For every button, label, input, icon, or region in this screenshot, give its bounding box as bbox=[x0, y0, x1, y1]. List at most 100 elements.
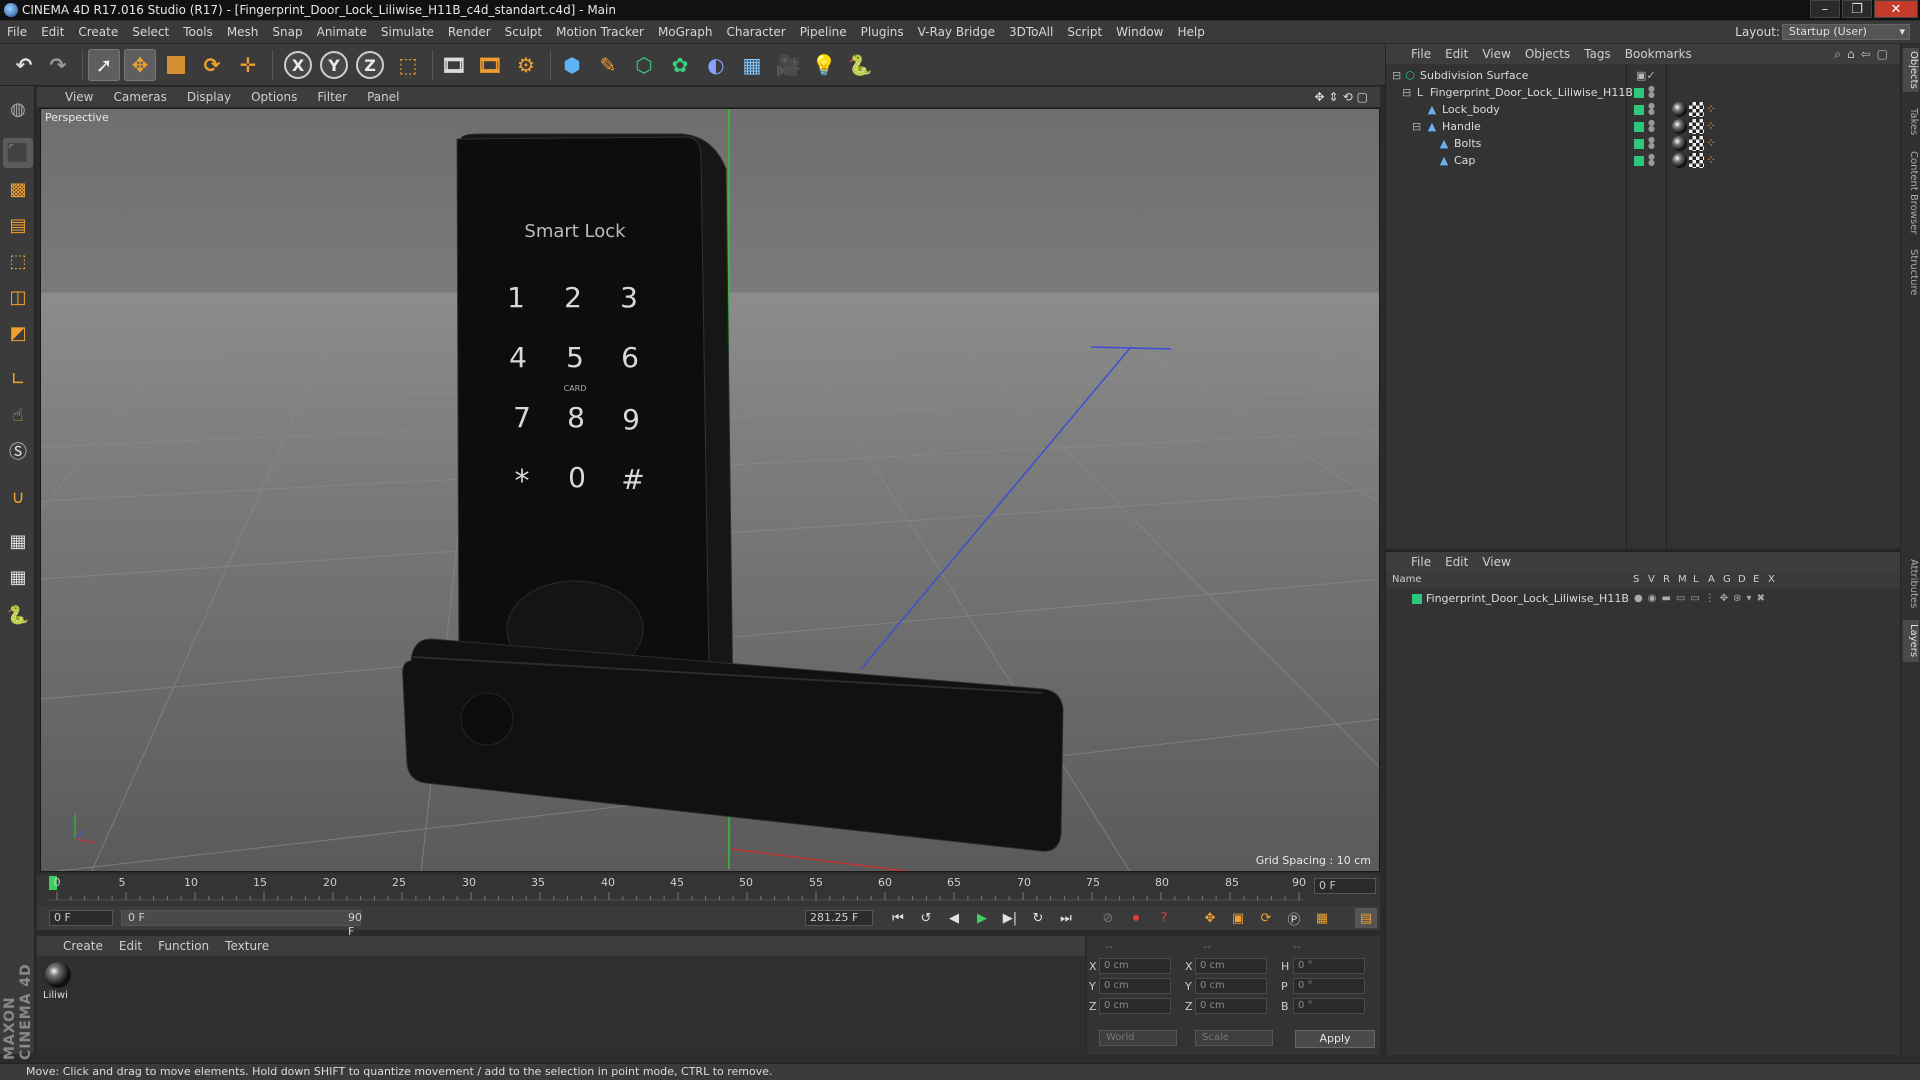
layer-col-deformers[interactable]: D bbox=[1738, 572, 1746, 588]
coordinate-space-dropdown[interactable]: World bbox=[1099, 1030, 1177, 1046]
go-to-end-button[interactable]: ⏭ bbox=[1055, 908, 1077, 928]
undo-icon[interactable]: ↶ bbox=[8, 49, 40, 81]
keyframe-selection-icon[interactable]: ? bbox=[1153, 908, 1175, 928]
mograph-cloner-icon[interactable]: ✿ bbox=[664, 49, 696, 81]
visibility-dots-icon[interactable]: ● ● bbox=[1648, 102, 1655, 117]
layers-menu-edit[interactable]: Edit bbox=[1438, 552, 1475, 572]
key-position-icon[interactable]: ✥ bbox=[1199, 908, 1221, 928]
solo-icon[interactable]: Ⓢ bbox=[3, 436, 33, 466]
maximize-button[interactable]: ❐ bbox=[1842, 0, 1872, 18]
cube-icon[interactable]: ⬢ bbox=[556, 49, 588, 81]
layer-color-tag[interactable] bbox=[1634, 122, 1644, 132]
go-to-next-key-button[interactable]: ↻ bbox=[1027, 908, 1049, 928]
visibility-dots-icon[interactable]: ● ● bbox=[1648, 119, 1655, 134]
light-icon[interactable]: 💡 bbox=[808, 49, 840, 81]
viewport-camera-label[interactable]: Perspective bbox=[45, 111, 109, 124]
max-frame-field[interactable]: 281.25 F bbox=[805, 910, 873, 926]
autokey-icon[interactable]: ⏺ bbox=[1125, 908, 1147, 928]
pos-z-field[interactable]: 0 cm bbox=[1099, 998, 1171, 1014]
timeline-ruler[interactable]: 0 5 10 15 20 25 30 35 40 45 50 55 60 65 … bbox=[37, 874, 1380, 906]
layer-toggle-icons[interactable]: ●◉▬▭▭⋮✥⊛▾✖ bbox=[1634, 589, 1770, 609]
material-name[interactable]: Liliwi bbox=[43, 990, 68, 1001]
pos-x-field[interactable]: 0 cm bbox=[1099, 958, 1171, 974]
z-axis-icon[interactable]: Z bbox=[356, 51, 384, 79]
uvw-tag-icon[interactable] bbox=[1689, 119, 1704, 134]
rot-p-field[interactable]: 0 ° bbox=[1293, 978, 1365, 994]
points-mode-icon[interactable]: ⬚ bbox=[3, 246, 33, 276]
menu-tools[interactable]: Tools bbox=[176, 21, 220, 43]
texture-mode-icon[interactable]: ▩ bbox=[3, 174, 33, 204]
deformer-icon[interactable]: ◐ bbox=[700, 49, 732, 81]
pos-y-field[interactable]: 0 cm bbox=[1099, 978, 1171, 994]
layers-menu-file[interactable]: File bbox=[1404, 552, 1438, 572]
end-frame-field[interactable]: 0 F bbox=[1314, 878, 1376, 894]
go-to-previous-key-button[interactable]: ↺ bbox=[915, 908, 937, 928]
viewport-menu-display[interactable]: Display bbox=[177, 87, 241, 107]
make-editable-icon[interactable]: ◍ bbox=[3, 94, 33, 124]
spline-pen-icon[interactable]: ✎ bbox=[592, 49, 624, 81]
menu-script[interactable]: Script bbox=[1060, 21, 1109, 43]
visibility-dots-icon[interactable]: ● ● bbox=[1648, 136, 1655, 151]
x-axis-icon[interactable]: X bbox=[284, 51, 312, 79]
subdivision-icon[interactable]: ⬡ bbox=[628, 49, 660, 81]
material-menu-function[interactable]: Function bbox=[150, 936, 217, 956]
go-to-start-button[interactable]: ⏮ bbox=[887, 908, 909, 928]
visibility-dots-icon[interactable]: ● ● bbox=[1648, 153, 1655, 168]
layer-col-animation[interactable]: A bbox=[1708, 572, 1715, 588]
menu-snap[interactable]: Snap bbox=[265, 21, 309, 43]
camera-icon[interactable]: 🎥 bbox=[772, 49, 804, 81]
menu-simulate[interactable]: Simulate bbox=[374, 21, 441, 43]
layer-col-manager[interactable]: M bbox=[1678, 572, 1687, 588]
menu-edit[interactable]: Edit bbox=[34, 21, 71, 43]
objects-menu-objects[interactable]: Objects bbox=[1518, 44, 1577, 64]
axis-mode-icon[interactable]: ∟ bbox=[3, 364, 33, 394]
layer-col-expressions[interactable]: E bbox=[1753, 572, 1759, 588]
menu-create[interactable]: Create bbox=[71, 21, 125, 43]
snap-settings-icon[interactable]: ▦ bbox=[3, 562, 33, 592]
scale-icon[interactable] bbox=[160, 49, 192, 81]
menu-character[interactable]: Character bbox=[719, 21, 792, 43]
python-icon[interactable]: 🐍 bbox=[844, 49, 876, 81]
timeline-layout-icon[interactable]: ▤ bbox=[1355, 908, 1377, 928]
maximize-view-icon[interactable]: ▢ bbox=[1357, 90, 1372, 104]
menu-motion-tracker[interactable]: Motion Tracker bbox=[549, 21, 651, 43]
layer-col-generators[interactable]: G bbox=[1723, 572, 1731, 588]
tree-row-cap[interactable]: ▲ Cap ● ● ⁘ bbox=[1386, 151, 1900, 171]
layer-col-xref[interactable]: X bbox=[1768, 572, 1775, 588]
tab-content-browser[interactable]: Content Browser bbox=[1903, 148, 1919, 238]
phong-tag-icon[interactable]: ⁘ bbox=[1706, 102, 1721, 117]
visibility-dots-icon[interactable]: ● ● bbox=[1648, 85, 1655, 100]
layout-dropdown[interactable]: Startup (User) ▾ bbox=[1782, 24, 1910, 40]
objects-menu-edit[interactable]: Edit bbox=[1438, 44, 1475, 64]
material-tag-icon[interactable] bbox=[1672, 102, 1687, 117]
layer-color-swatch[interactable] bbox=[1412, 594, 1422, 604]
material-menu-create[interactable]: Create bbox=[55, 936, 111, 956]
layer-row[interactable]: Fingerprint_Door_Lock_Liliwise_H11B ●◉▬▭… bbox=[1386, 589, 1900, 609]
menu-mograph[interactable]: MoGraph bbox=[651, 21, 720, 43]
uvw-tag-icon[interactable] bbox=[1689, 102, 1704, 117]
objects-menu-bookmarks[interactable]: Bookmarks bbox=[1618, 44, 1699, 64]
dolly-icon[interactable]: ⇕ bbox=[1329, 90, 1343, 104]
render-view-icon[interactable]: 🎞 bbox=[438, 49, 470, 81]
menu-vray-bridge[interactable]: V-Ray Bridge bbox=[911, 21, 1002, 43]
material-tag-icon[interactable] bbox=[1672, 153, 1687, 168]
layer-col-locked[interactable]: L bbox=[1693, 572, 1699, 588]
size-x-field[interactable]: 0 cm bbox=[1195, 958, 1267, 974]
magnet-icon[interactable]: ∪ bbox=[3, 482, 33, 512]
key-pla-icon[interactable]: ▦ bbox=[1311, 908, 1333, 928]
tab-takes[interactable]: Takes bbox=[1903, 104, 1919, 140]
tab-objects[interactable]: Objects bbox=[1903, 48, 1919, 92]
size-z-field[interactable]: 0 cm bbox=[1195, 998, 1267, 1014]
render-settings-icon[interactable]: ⚙ bbox=[510, 49, 542, 81]
move-axis-icon[interactable]: ✛ bbox=[232, 49, 264, 81]
coordinate-system-icon[interactable]: ⬚ bbox=[392, 49, 424, 81]
tab-layers[interactable]: Layers bbox=[1903, 620, 1919, 662]
menu-sculpt[interactable]: Sculpt bbox=[498, 21, 549, 43]
layer-col-render[interactable]: R bbox=[1663, 572, 1670, 588]
layer-color-tag[interactable] bbox=[1634, 139, 1644, 149]
menu-render[interactable]: Render bbox=[441, 21, 498, 43]
play-button[interactable]: ▶ bbox=[971, 908, 993, 928]
uvw-tag-icon[interactable] bbox=[1689, 136, 1704, 151]
menu-plugins[interactable]: Plugins bbox=[854, 21, 911, 43]
key-scale-icon[interactable]: ▣ bbox=[1227, 908, 1249, 928]
